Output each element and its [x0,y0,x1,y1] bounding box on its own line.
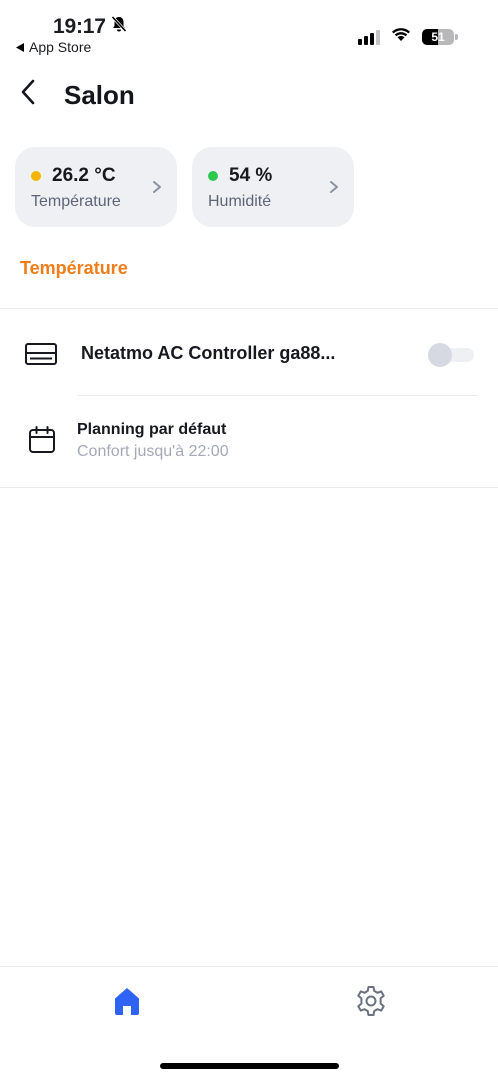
humidity-card[interactable]: 54 % Humidité [192,147,354,227]
status-time-text: 19:17 [53,15,106,38]
signal-icon [358,29,380,45]
temperature-card[interactable]: 26.2 °C Température [15,147,177,227]
section-title: Température [20,258,128,278]
app-store-back-link[interactable]: App Store [16,39,91,55]
bell-slash-icon [110,15,128,39]
divider [0,308,498,309]
back-button[interactable] [14,79,42,110]
schedule-subtitle: Confort jusqu'à 22:00 [77,443,229,460]
chevron-left-icon [20,79,36,110]
temperature-label: Température [31,193,121,210]
wifi-icon [390,26,412,47]
status-time: 19:17 [53,15,128,39]
back-triangle-icon [16,39,25,55]
divider [77,395,478,396]
humidity-value: 54 % [229,165,273,186]
temperature-value: 26.2 °C [52,165,116,186]
battery-icon: 51 [422,28,454,45]
gear-icon [355,986,387,1021]
calendar-icon [28,426,56,459]
status-dot [31,171,41,181]
battery-level: 51 [431,29,445,44]
chevron-right-icon [151,180,163,194]
screen: 19:17 App Store 51 Salon 26.2 °C Tempéra… [0,0,498,1080]
page-title: Salon [64,80,135,110]
chevron-right-icon [328,180,340,194]
nav-settings-tab[interactable] [355,985,387,1022]
device-power-toggle[interactable] [428,343,474,367]
status-indicators: 51 [358,26,458,47]
air-conditioner-icon [25,343,57,370]
bottom-nav-divider [0,966,498,967]
status-dot [208,171,218,181]
app-store-label: App Store [29,39,92,55]
home-icon [111,988,143,1021]
humidity-label: Humidité [208,193,272,210]
home-indicator [160,1063,339,1069]
device-name: Netatmo AC Controller ga88... [81,343,336,363]
divider [0,487,498,488]
schedule-title: Planning par défaut [77,421,227,438]
nav-home-tab[interactable] [111,985,143,1022]
